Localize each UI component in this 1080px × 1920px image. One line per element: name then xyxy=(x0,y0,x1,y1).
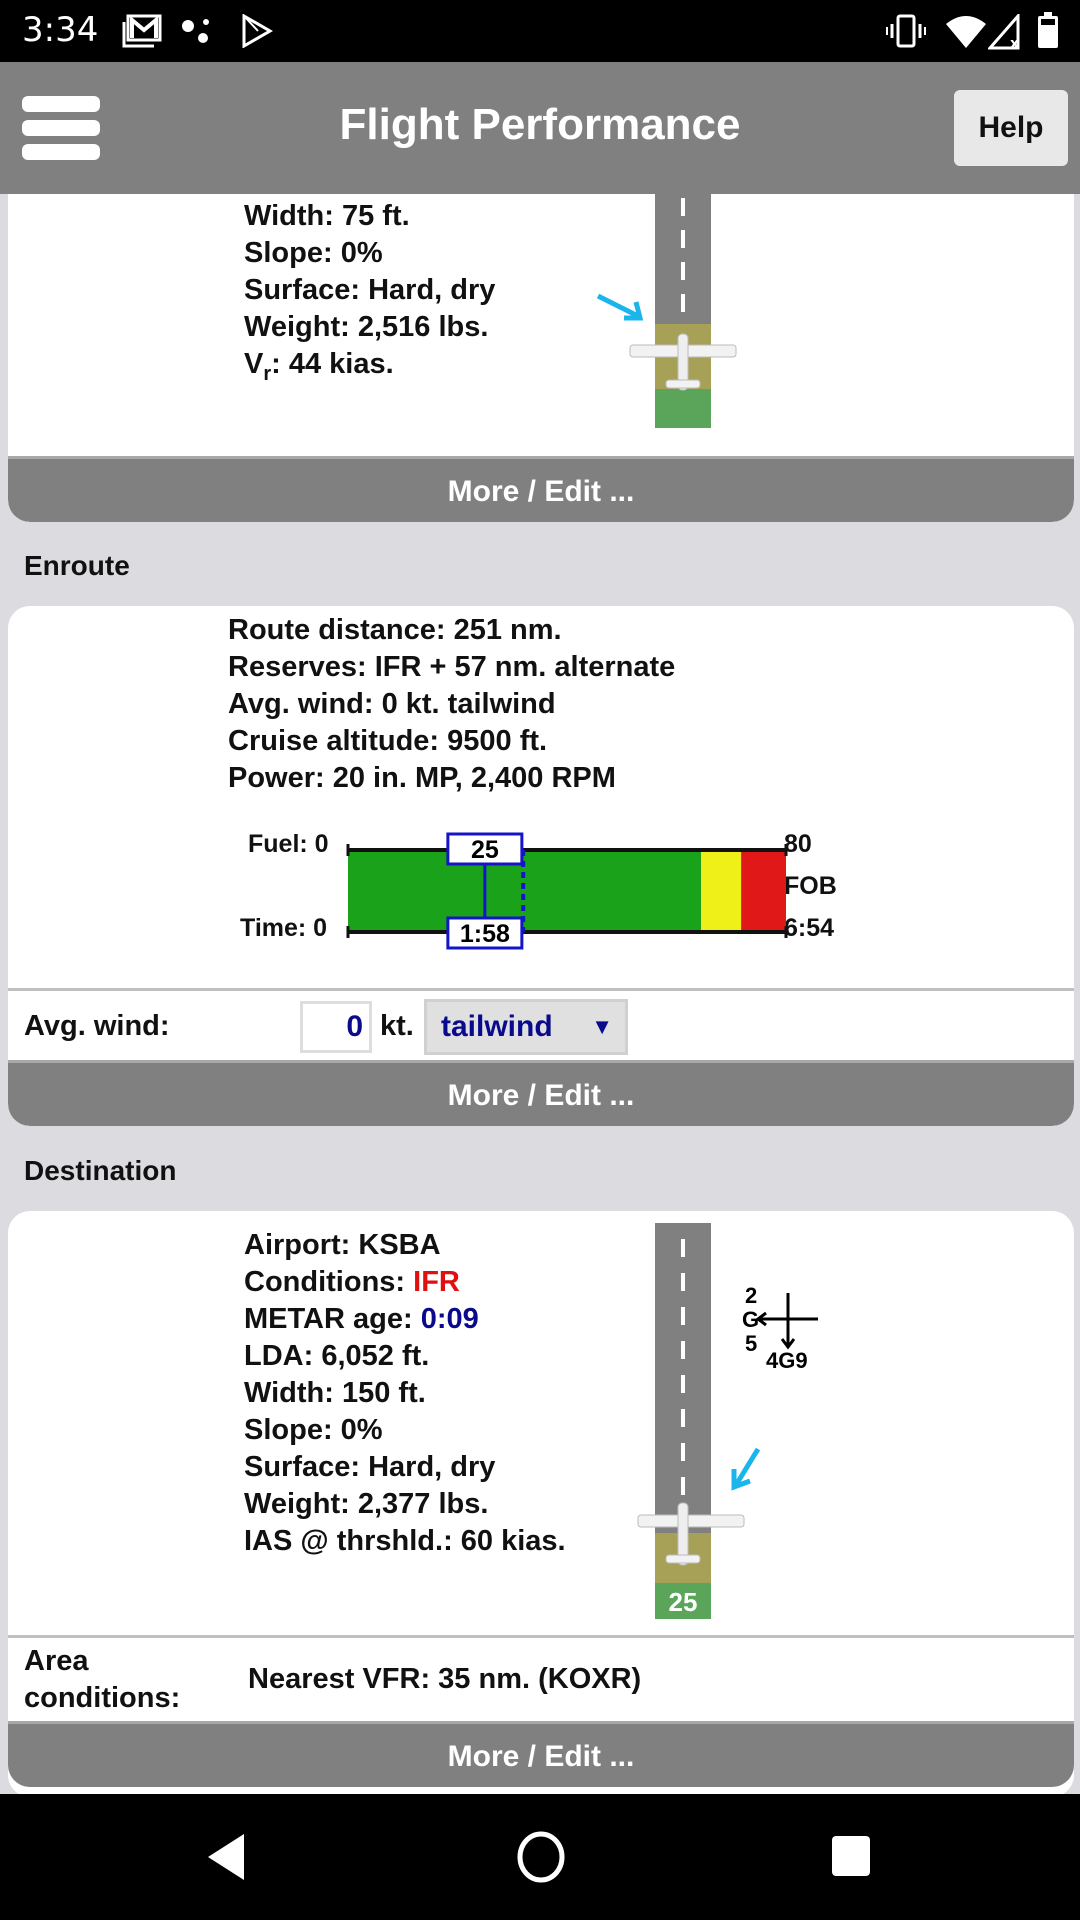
weight-line: Weight: 2,377 lbs. xyxy=(244,1488,489,1520)
departure-runway-diagram: 30 xyxy=(596,194,737,428)
fob-label: FOB xyxy=(784,872,837,900)
wifi-icon xyxy=(946,16,986,48)
destination-heading: Destination xyxy=(24,1155,177,1186)
page-title: Flight Performance xyxy=(339,100,741,149)
enroute-divider xyxy=(8,988,1074,991)
enroute-more-edit-button[interactable]: More / Edit ... xyxy=(8,1060,1074,1126)
navigation-bar xyxy=(0,1794,1080,1920)
slope-line: Slope: 0% xyxy=(244,1414,383,1446)
fuel-segment-minimum xyxy=(741,850,786,932)
wind-arrow-icon xyxy=(731,1447,761,1491)
runway-threshold xyxy=(655,389,711,428)
home-icon[interactable] xyxy=(516,1830,566,1884)
recents-icon[interactable] xyxy=(830,1834,874,1880)
time-max-label: 6:54 xyxy=(784,914,835,942)
power-setting: Power: 20 in. MP, 2,400 RPM xyxy=(228,762,616,794)
metar-age-value: 0:09 xyxy=(420,1303,479,1335)
headwind-label: 4G9 xyxy=(766,1348,808,1373)
avg-wind-unit: kt. xyxy=(380,1010,414,1042)
fuel-segment-reserve xyxy=(701,850,742,932)
route-distance: Route distance: 251 nm. xyxy=(228,614,562,646)
destination-more-edit-button[interactable]: More / Edit ... xyxy=(8,1721,1074,1787)
runway-number: 30 xyxy=(669,424,698,428)
fuel-min-label: Fuel: 0 xyxy=(248,830,329,858)
svg-text:x: x xyxy=(1010,36,1019,50)
gmail-icon xyxy=(122,14,162,48)
destination-card: Airport: KSBA Conditions: IFR METAR age:… xyxy=(8,1211,1074,1794)
conditions-line: Conditions: IFR xyxy=(244,1266,460,1298)
airplane-icon xyxy=(629,333,737,391)
time-min-label: Time: 0 xyxy=(240,914,328,942)
destination-info: Airport: KSBA Conditions: IFR METAR age:… xyxy=(244,1227,566,1560)
departure-width: Width: 75 ft. xyxy=(244,200,410,232)
dropdown-arrow-icon: ▼ xyxy=(591,1014,613,1039)
assistant-icon xyxy=(182,19,209,43)
conditions-badge: IFR xyxy=(413,1266,460,1298)
reserves: Reserves: IFR + 57 nm. alternate xyxy=(228,651,676,683)
departure-weight: Weight: 2,516 lbs. xyxy=(244,311,489,343)
back-icon[interactable] xyxy=(204,1832,248,1882)
departure-surface: Surface: Hard, dry xyxy=(244,274,496,306)
time-marker-label: 1:58 xyxy=(460,920,510,948)
avg-wind-input[interactable]: 0 xyxy=(300,1001,372,1053)
surface-line: Surface: Hard, dry xyxy=(244,1451,496,1483)
enroute-info: Route distance: 251 nm. Reserves: IFR + … xyxy=(228,612,675,797)
help-button[interactable]: Help xyxy=(954,90,1068,166)
departure-vr: Vr: 44 kias. xyxy=(244,348,394,385)
play-store-icon xyxy=(242,14,274,48)
area-conditions-label: Area conditions: xyxy=(24,1645,181,1714)
area-conditions-value: Nearest VFR: 35 nm. (KOXR) xyxy=(248,1663,642,1695)
avg-wind-row: Avg. wind: 0 kt. tailwind ▼ xyxy=(8,992,1074,1060)
clock: 3:34 xyxy=(22,10,99,50)
departure-card: Width: 75 ft. Slope: 0% Surface: Hard, d… xyxy=(8,194,1074,522)
crosswind-bottom-label: 5 xyxy=(745,1331,757,1356)
departure-slope: Slope: 0% xyxy=(244,237,383,269)
vibrate-icon xyxy=(886,14,926,48)
wind-direction-value: tailwind xyxy=(441,1010,553,1043)
enroute-heading: Enroute xyxy=(24,550,130,581)
ias-threshold-line: IAS @ thrshld.: 60 kias. xyxy=(244,1525,566,1557)
runway-number: 25 xyxy=(669,1587,698,1617)
destination-runway-diagram: 25 2 G 5 4G9 xyxy=(637,1223,818,1619)
no-signal-icon: x xyxy=(988,14,1020,50)
wind-direction-select[interactable]: tailwind ▼ xyxy=(424,999,628,1055)
cruise-altitude: Cruise altitude: 9500 ft. xyxy=(228,725,548,757)
departure-more-edit-button[interactable]: More / Edit ... xyxy=(8,456,1074,522)
avg-wind-label: Avg. wind: xyxy=(24,1010,170,1042)
fuel-time-chart[interactable]: 25 1:58 xyxy=(328,824,788,954)
destination-divider xyxy=(8,1635,1074,1638)
wind-arrow-icon xyxy=(596,293,644,321)
scroll-content[interactable]: Width: 75 ft. Slope: 0% Surface: Hard, d… xyxy=(0,194,1080,1794)
metar-age-line: METAR age: 0:09 xyxy=(244,1303,479,1335)
fuel-marker-label: 25 xyxy=(471,836,499,864)
airport-line: Airport: KSBA xyxy=(244,1229,441,1261)
crosswind-mid-label: G xyxy=(742,1307,759,1332)
wind-component-icon xyxy=(755,1293,818,1350)
departure-info: Width: 75 ft. Slope: 0% Surface: Hard, d… xyxy=(244,198,495,393)
lda-line: LDA: 6,052 ft. xyxy=(244,1340,430,1372)
width-line: Width: 150 ft. xyxy=(244,1377,426,1409)
avg-wind-summary: Avg. wind: 0 kt. tailwind xyxy=(228,688,556,720)
app-bar: Flight Performance Help xyxy=(0,62,1080,194)
status-bar: 3:34 x xyxy=(0,0,1080,62)
fuel-max-label: 80 xyxy=(784,830,812,858)
enroute-card: Route distance: 251 nm. Reserves: IFR + … xyxy=(8,606,1074,1126)
crosswind-top-label: 2 xyxy=(745,1283,757,1308)
battery-icon xyxy=(1038,12,1058,48)
